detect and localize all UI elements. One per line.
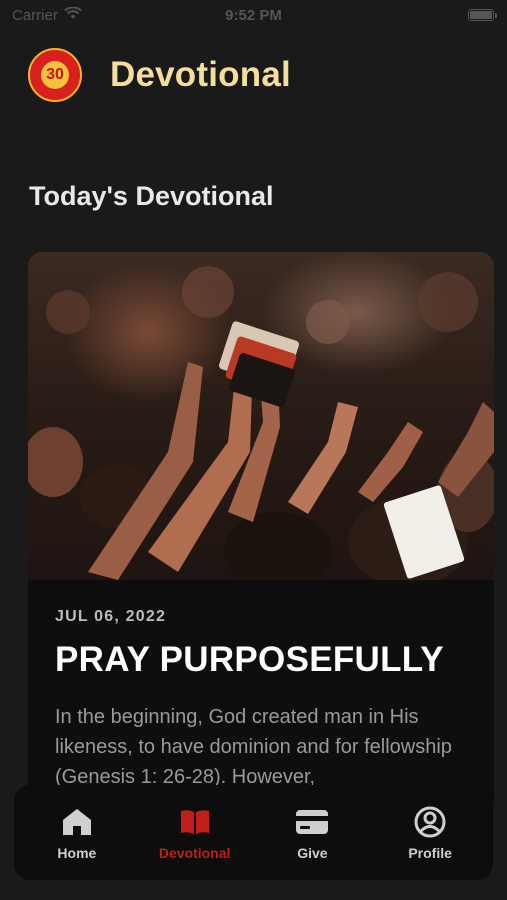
home-icon bbox=[60, 805, 94, 839]
profile-icon bbox=[413, 805, 447, 839]
app-header: 30 Devotional bbox=[28, 48, 291, 102]
devotional-screen: Carrier 9:52 PM 30 Devotional Today's De… bbox=[0, 0, 507, 900]
page-title: Devotional bbox=[110, 55, 291, 94]
status-left: Carrier bbox=[12, 5, 82, 24]
logo-number: 30 bbox=[41, 61, 69, 89]
devotional-title: PRAY PURPOSEFULLY bbox=[55, 640, 444, 679]
devotional-hero-image bbox=[28, 252, 494, 580]
devotional-card[interactable]: JUL 06, 2022 PRAY PURPOSEFULLY In the be… bbox=[28, 252, 494, 812]
book-icon bbox=[178, 805, 212, 839]
carrier-label: Carrier bbox=[12, 6, 58, 24]
wifi-icon bbox=[63, 5, 82, 24]
card-icon bbox=[295, 805, 329, 839]
tab-devotional[interactable]: Devotional bbox=[140, 805, 250, 861]
status-bar: Carrier 9:52 PM bbox=[0, 0, 507, 30]
tab-profile[interactable]: Profile bbox=[375, 805, 485, 861]
devotional-excerpt: In the beginning, God created man in His… bbox=[55, 706, 452, 788]
app-logo: 30 bbox=[28, 48, 82, 102]
status-time: 9:52 PM bbox=[225, 6, 282, 24]
bottom-tab-bar: Home Devotional Give Profile bbox=[14, 785, 493, 880]
tab-home-label: Home bbox=[57, 844, 97, 861]
tab-give[interactable]: Give bbox=[257, 805, 367, 861]
tab-give-label: Give bbox=[297, 844, 328, 861]
devotional-card-body: JUL 06, 2022 PRAY PURPOSEFULLY In the be… bbox=[28, 580, 494, 792]
tab-profile-label: Profile bbox=[408, 844, 452, 861]
devotional-date: JUL 06, 2022 bbox=[55, 608, 167, 625]
battery-icon bbox=[468, 9, 497, 21]
tab-home[interactable]: Home bbox=[22, 805, 132, 861]
tab-devotional-label: Devotional bbox=[158, 844, 231, 861]
worship-crowd-illustration bbox=[28, 266, 494, 580]
section-title: Today's Devotional bbox=[29, 181, 274, 211]
